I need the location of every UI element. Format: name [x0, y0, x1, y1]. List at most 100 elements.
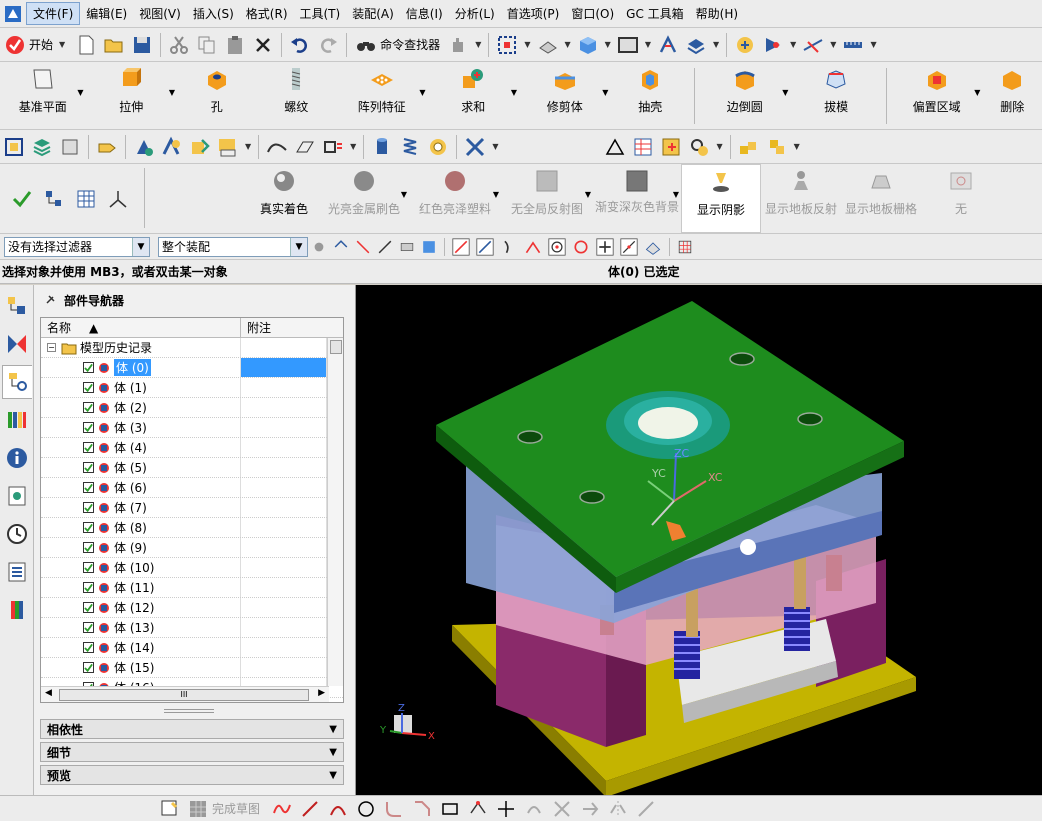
info-tab[interactable]: [2, 441, 32, 475]
body-row[interactable]: 体 (0): [41, 358, 343, 378]
edge-blend-button[interactable]: 边倒圆 ▼: [699, 62, 790, 129]
menu-edit[interactable]: 编辑(E): [80, 3, 133, 24]
menu-file[interactable]: 文件(F): [26, 2, 81, 25]
tree-check-button[interactable]: [40, 186, 68, 212]
thread-button[interactable]: 螺纹: [257, 62, 337, 129]
pin-icon[interactable]: [44, 294, 56, 306]
mirror-icon[interactable]: [608, 799, 628, 819]
fit-view-button[interactable]: [493, 32, 521, 58]
menu-insert[interactable]: 插入(S): [187, 3, 240, 24]
trim-icon[interactable]: [552, 799, 572, 819]
body-row[interactable]: 体 (4): [41, 438, 343, 458]
scroll-right-arrow[interactable]: ▶: [318, 688, 325, 698]
filter-settings-button[interactable]: [308, 234, 330, 260]
undo-button[interactable]: [286, 32, 314, 58]
snap-grid-button[interactable]: [674, 234, 696, 260]
no-reflection-button[interactable]: 无全局反射图 ▼: [501, 164, 593, 233]
mate-button[interactable]: [158, 134, 186, 160]
body-row[interactable]: 体 (3): [41, 418, 343, 438]
shaded-cube-button[interactable]: [574, 32, 602, 58]
touch-mode-button[interactable]: [444, 32, 472, 58]
layer-button[interactable]: [682, 32, 710, 58]
assembly-nav-button[interactable]: [0, 134, 28, 160]
abd-button[interactable]: [214, 134, 242, 160]
grid-add-button[interactable]: [657, 134, 685, 160]
collapse-icon[interactable]: −: [47, 343, 56, 352]
snap-quadrant-button[interactable]: [569, 234, 593, 260]
visibility-checkbox[interactable]: [83, 662, 94, 673]
part-navigator-tab[interactable]: [2, 365, 32, 399]
ring-button[interactable]: [685, 134, 713, 160]
spring-button[interactable]: [396, 134, 424, 160]
visibility-checkbox[interactable]: [83, 542, 94, 553]
new-button[interactable]: [72, 32, 100, 58]
visibility-checkbox[interactable]: [83, 422, 94, 433]
line-icon[interactable]: [300, 799, 320, 819]
start-button[interactable]: 开始 ▼: [0, 34, 72, 56]
background-button[interactable]: [614, 32, 642, 58]
command-finder-button[interactable]: 命令查找器: [351, 34, 444, 56]
chamfer-icon[interactable]: [412, 799, 432, 819]
pattern-feature-button[interactable]: 阵列特征 ▼: [336, 62, 427, 129]
history-tab[interactable]: [2, 517, 32, 551]
menu-analysis[interactable]: 分析(L): [449, 3, 501, 24]
scroll-thumb[interactable]: [330, 340, 342, 354]
cylinder-button[interactable]: [368, 134, 396, 160]
menu-gc-toolbox[interactable]: GC 工具箱: [620, 3, 690, 24]
delete-button[interactable]: [249, 32, 277, 58]
table-button[interactable]: [629, 134, 657, 160]
menu-help[interactable]: 帮助(H): [690, 3, 744, 24]
measure-button[interactable]: [839, 32, 867, 58]
selection-filter-dropdown[interactable]: 没有选择过滤器 ▼: [4, 236, 150, 257]
floor-grid-button[interactable]: 显示地板栅格: [841, 164, 921, 233]
profile-icon[interactable]: [272, 799, 292, 819]
snap-button[interactable]: [731, 32, 759, 58]
horizontal-scrollbar[interactable]: ◀ III ▶: [41, 686, 329, 702]
datum-plane-button[interactable]: 基准平面 ▼: [0, 62, 86, 129]
cube-select-button[interactable]: [418, 234, 440, 260]
datum-button[interactable]: [799, 32, 827, 58]
body-row[interactable]: 体 (10): [41, 558, 343, 578]
draft-button[interactable]: 拔模: [790, 62, 881, 129]
menu-tools[interactable]: 工具(T): [294, 3, 347, 24]
visibility-checkbox[interactable]: [83, 622, 94, 633]
body-row[interactable]: 体 (15): [41, 658, 343, 678]
guide-bushing-right[interactable]: [826, 555, 842, 591]
extend-icon[interactable]: [580, 799, 600, 819]
assembly-navigator-tab[interactable]: [2, 289, 32, 323]
shiny-metal-button[interactable]: 光亮金属刷色 ▼: [319, 164, 409, 233]
none-button[interactable]: 无: [921, 164, 1001, 233]
save-button[interactable]: [128, 32, 156, 58]
system-materials-tab[interactable]: [2, 555, 32, 589]
snap-intersect-button[interactable]: [521, 234, 545, 260]
column-header-note[interactable]: 附注: [241, 318, 343, 337]
panel-splitter[interactable]: [164, 709, 214, 713]
trim-body-button[interactable]: 修剪体 ▼: [519, 62, 610, 129]
floor-reflection-button[interactable]: 显示地板反射: [761, 164, 841, 233]
fillet-icon[interactable]: [384, 799, 404, 819]
assembly-scope-dropdown[interactable]: 整个装配 ▼: [158, 236, 308, 257]
hole-marker[interactable]: [740, 539, 756, 555]
delete-face-button[interactable]: 删除: [982, 62, 1042, 129]
preview-panel[interactable]: 预览 ▼: [40, 765, 344, 785]
body-row[interactable]: 体 (1): [41, 378, 343, 398]
axes-check-button[interactable]: [104, 186, 132, 212]
copy-button[interactable]: [193, 32, 221, 58]
bearing-button[interactable]: [424, 134, 452, 160]
drums-button[interactable]: [56, 134, 84, 160]
gold-blocks2-button[interactable]: [763, 134, 791, 160]
tag-button[interactable]: [93, 134, 121, 160]
menu-format[interactable]: 格式(R): [240, 3, 294, 24]
gradient-bg-button[interactable]: 渐变深灰色背景 ▼: [593, 164, 681, 233]
body-row[interactable]: 体 (2): [41, 398, 343, 418]
mold-assembly-model[interactable]: ZC YC XC X Y Z: [356, 285, 1042, 795]
add-component-button[interactable]: [130, 134, 158, 160]
dependencies-panel[interactable]: 相依性 ▼: [40, 719, 344, 739]
finish-sketch-icon[interactable]: [188, 799, 208, 819]
menu-view[interactable]: 视图(V): [133, 3, 187, 24]
visibility-checkbox[interactable]: [83, 442, 94, 453]
selection-priority-button[interactable]: [759, 32, 787, 58]
guide-pin-right[interactable]: [794, 555, 806, 609]
shell-button[interactable]: 抽壳: [610, 62, 690, 129]
details-panel[interactable]: 细节 ▼: [40, 742, 344, 762]
